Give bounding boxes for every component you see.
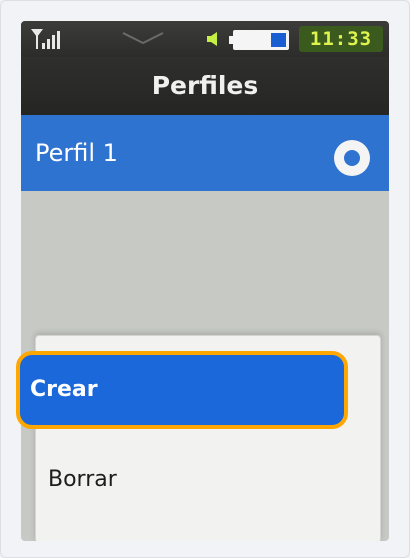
phone-screen: 11:33 Perfiles Perfil 1 Borrar <box>21 21 389 541</box>
profile-name: Perfil 1 <box>35 139 118 167</box>
signal-icon <box>31 29 60 49</box>
speaker-icon <box>207 32 217 46</box>
menu-item-crear-highlighted[interactable]: Crear <box>16 351 348 429</box>
envelope-icon <box>122 32 164 45</box>
menu-item-borrar[interactable]: Borrar <box>36 440 380 520</box>
page-title: Perfiles <box>21 57 389 115</box>
battery-icon <box>229 30 289 50</box>
clock: 11:33 <box>299 26 383 52</box>
radio-selected-icon[interactable] <box>331 137 373 179</box>
status-bar: 11:33 <box>21 21 389 57</box>
